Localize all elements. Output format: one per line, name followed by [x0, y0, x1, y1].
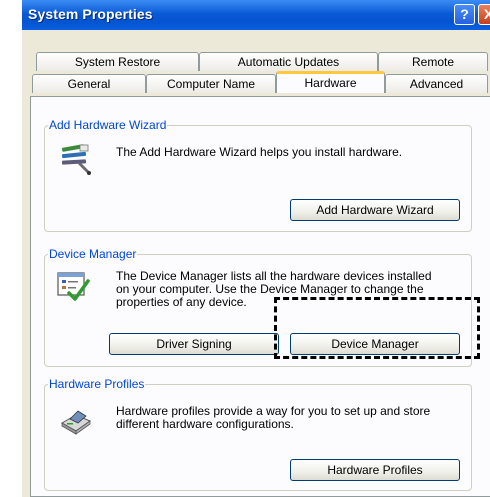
add-hardware-wizard-description: The Add Hardware Wizard helps you instal…	[116, 145, 403, 159]
tab-label: Automatic Updates	[237, 55, 340, 69]
tab-remote[interactable]: Remote	[378, 52, 488, 71]
tab-general[interactable]: General	[32, 74, 146, 93]
hardware-profiles-group-label: Hardware Profiles	[49, 377, 145, 391]
tab-advanced[interactable]: Advanced	[385, 74, 488, 93]
tab-system-restore[interactable]: System Restore	[36, 52, 199, 71]
device-manager-description-line-3: properties of any device.	[116, 295, 247, 309]
hardware-profiles-icon	[60, 410, 92, 435]
device-manager-group-label: Device Manager	[49, 247, 137, 261]
tab-computer-name[interactable]: Computer Name	[146, 74, 276, 93]
driver-signing-button[interactable]: Driver Signing	[109, 333, 279, 355]
window-title: System Properties	[28, 6, 153, 22]
tab-label: Advanced	[409, 77, 464, 91]
hardware-profiles-description-line-2: different hardware configurations.	[116, 417, 294, 431]
tab-automatic-updates[interactable]: Automatic Updates	[199, 52, 378, 71]
tab-label: General	[67, 77, 111, 91]
add-hardware-wizard-button[interactable]: Add Hardware Wizard	[290, 199, 460, 221]
help-button[interactable]: ?	[454, 4, 475, 25]
add-hardware-wizard-icon	[61, 144, 91, 175]
device-manager-icon	[57, 272, 90, 301]
tab-label: Remote	[411, 55, 455, 69]
title-bar[interactable]: System Properties ? X	[22, 0, 490, 30]
tab-label: System Restore	[74, 55, 161, 69]
hardware-profiles-button[interactable]: Hardware Profiles	[290, 459, 460, 481]
device-manager-button[interactable]: Device Manager	[290, 333, 460, 355]
tab-label: Hardware	[304, 76, 357, 90]
close-button[interactable]: X	[478, 4, 490, 25]
tab-label: Computer Name	[166, 77, 256, 91]
tab-hardware[interactable]: Hardware	[276, 71, 385, 93]
add-hardware-wizard-group-label: Add Hardware Wizard	[49, 118, 167, 132]
